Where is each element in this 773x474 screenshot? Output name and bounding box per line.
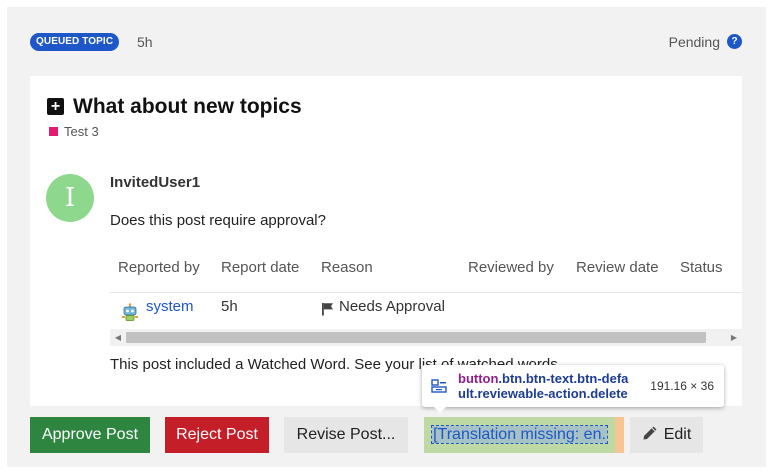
status-label: Pending [668, 34, 720, 50]
robot-avatar-icon [122, 303, 138, 321]
edit-button-label: Edit [663, 426, 692, 443]
delete-button-highlight: [Translation missing: en. [424, 417, 624, 453]
topic-title[interactable]: What about new topics [73, 94, 302, 120]
category-name[interactable]: Test 3 [64, 124, 99, 140]
scroll-left-arrow-icon[interactable]: ◀ [110, 329, 126, 346]
help-icon[interactable]: ? [727, 34, 742, 49]
reporter-link[interactable]: system [146, 298, 194, 316]
reject-post-button[interactable]: Reject Post [165, 417, 269, 453]
plus-square-icon: + [47, 98, 64, 115]
queued-topic-badge: QUEUED TOPIC [30, 33, 120, 51]
column-reason: Reason [321, 259, 373, 276]
column-reviewed-by: Reviewed by [468, 259, 554, 276]
table-divider [110, 292, 742, 293]
table-horizontal-scrollbar[interactable]: ◀ ▶ [110, 329, 742, 346]
report-date-value: 5h [221, 298, 238, 315]
reviewable-card: QUEUED TOPIC 5h Pending ? + What about n… [7, 7, 766, 467]
column-status: Status [680, 259, 723, 276]
column-reported-by: Reported by [118, 259, 200, 276]
approve-post-button[interactable]: Approve Post [30, 417, 150, 453]
column-report-date: Report date [221, 259, 300, 276]
revise-post-button[interactable]: Revise Post... [284, 417, 408, 453]
post-body: Does this post require approval? [110, 212, 326, 229]
column-review-date: Review date [576, 259, 659, 276]
layout-grid-icon [431, 379, 447, 393]
reason-value: Needs Approval [339, 298, 445, 315]
tooltip-class-line1: .btn.btn-text.btn-defa [498, 371, 629, 386]
created-age: 5h [137, 34, 153, 50]
category-color-icon [49, 127, 58, 136]
scroll-right-arrow-icon[interactable]: ▶ [726, 329, 742, 346]
scroll-thumb[interactable] [126, 332, 706, 343]
topic-panel: + What about new topics Test 3 I Invited… [30, 76, 742, 406]
pencil-icon [643, 426, 657, 440]
devtools-inspect-tooltip: button.btn.btn-text.btn-defa ult.reviewab… [422, 365, 724, 413]
post-username[interactable]: InvitedUser1 [110, 174, 200, 192]
tooltip-size: 191.16 × 36 [650, 379, 714, 393]
tooltip-class-line2: ult.reviewable-action.delete [458, 386, 628, 401]
edit-button[interactable]: Edit [630, 417, 703, 453]
delete-button[interactable]: [Translation missing: en. [424, 417, 615, 453]
flag-icon [322, 303, 333, 316]
avatar[interactable]: I [46, 174, 94, 222]
delete-button-label: [Translation missing: en. [431, 425, 608, 444]
tooltip-tag: button [458, 371, 499, 386]
tooltip-selector: button.btn.btn-text.btn-defa ult.reviewab… [458, 371, 644, 401]
